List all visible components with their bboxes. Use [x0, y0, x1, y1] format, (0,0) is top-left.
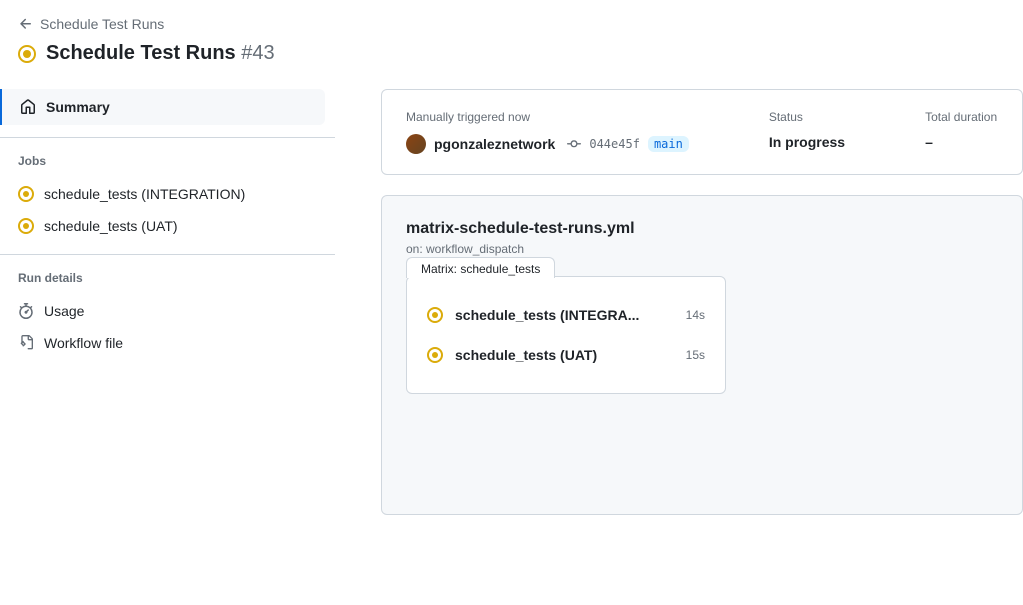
- page-title-row: Schedule Test Runs #43: [18, 42, 1005, 65]
- sidebar-summary-label: Summary: [46, 99, 110, 115]
- sidebar-workflow-file[interactable]: Workflow file: [0, 327, 335, 359]
- status-block: Status In progress: [769, 110, 845, 154]
- breadcrumb-parent[interactable]: Schedule Test Runs: [40, 16, 164, 32]
- usage-label: Usage: [44, 303, 84, 319]
- trigger-block: Manually triggered now pgonzaleznetwork …: [406, 110, 689, 154]
- back-arrow-icon[interactable]: [18, 16, 34, 32]
- matrix-job-time: 15s: [686, 348, 705, 362]
- divider: [0, 254, 335, 255]
- sidebar-summary[interactable]: Summary: [0, 89, 325, 125]
- run-number: #43: [241, 42, 274, 64]
- main-content: Manually triggered now pgonzaleznetwork …: [335, 89, 1023, 605]
- breadcrumb[interactable]: Schedule Test Runs: [18, 16, 1005, 32]
- duration-label: Total duration: [925, 110, 997, 124]
- home-icon: [20, 99, 36, 115]
- run-status-icon: [18, 45, 36, 63]
- file-icon: [18, 335, 34, 351]
- matrix-job-integration[interactable]: schedule_tests (INTEGRA... 14s: [427, 295, 705, 335]
- matrix-tab-label[interactable]: Matrix: schedule_tests: [406, 257, 555, 278]
- commit-hash[interactable]: 044e45f: [589, 137, 640, 151]
- matrix-job-uat[interactable]: schedule_tests (UAT) 15s: [427, 335, 705, 375]
- workflow-name: Schedule Test Runs: [46, 42, 236, 64]
- job-status-icon: [18, 218, 34, 234]
- workflow-card: matrix-schedule-test-runs.yml on: workfl…: [381, 195, 1023, 515]
- sidebar-job-uat[interactable]: schedule_tests (UAT): [0, 210, 335, 242]
- jobs-section-label: Jobs: [0, 154, 335, 178]
- duration-block: Total duration –: [925, 110, 997, 154]
- duration-value: –: [925, 134, 997, 150]
- job-status-icon: [18, 186, 34, 202]
- stopwatch-icon: [18, 303, 34, 319]
- matrix-job-name: schedule_tests (UAT): [455, 347, 674, 363]
- status-label: Status: [769, 110, 845, 124]
- workflow-trigger: on: workflow_dispatch: [406, 242, 998, 256]
- job-status-icon: [427, 347, 443, 363]
- run-details-section-label: Run details: [0, 271, 335, 295]
- job-status-icon: [427, 307, 443, 323]
- username[interactable]: pgonzaleznetwork: [434, 136, 555, 152]
- matrix-job-name: schedule_tests (INTEGRA...: [455, 307, 674, 323]
- matrix-card: Matrix: schedule_tests schedule_tests (I…: [406, 276, 726, 394]
- branch-badge[interactable]: main: [648, 136, 689, 152]
- divider: [0, 137, 335, 138]
- commit-icon: [567, 137, 581, 151]
- workflow-file-label: Workflow file: [44, 335, 123, 351]
- status-value: In progress: [769, 134, 845, 150]
- job-name: schedule_tests (INTEGRATION): [44, 186, 245, 202]
- workflow-file-name: matrix-schedule-test-runs.yml: [406, 220, 998, 238]
- sidebar-job-integration[interactable]: schedule_tests (INTEGRATION): [0, 178, 335, 210]
- avatar[interactable]: [406, 134, 426, 154]
- run-info-card: Manually triggered now pgonzaleznetwork …: [381, 89, 1023, 175]
- trigger-row: pgonzaleznetwork 044e45f main: [406, 134, 689, 154]
- page-title: Schedule Test Runs #43: [46, 42, 275, 65]
- job-name: schedule_tests (UAT): [44, 218, 178, 234]
- matrix-job-time: 14s: [686, 308, 705, 322]
- trigger-label: Manually triggered now: [406, 110, 689, 124]
- sidebar: Summary Jobs schedule_tests (INTEGRATION…: [0, 89, 335, 605]
- sidebar-usage[interactable]: Usage: [0, 295, 335, 327]
